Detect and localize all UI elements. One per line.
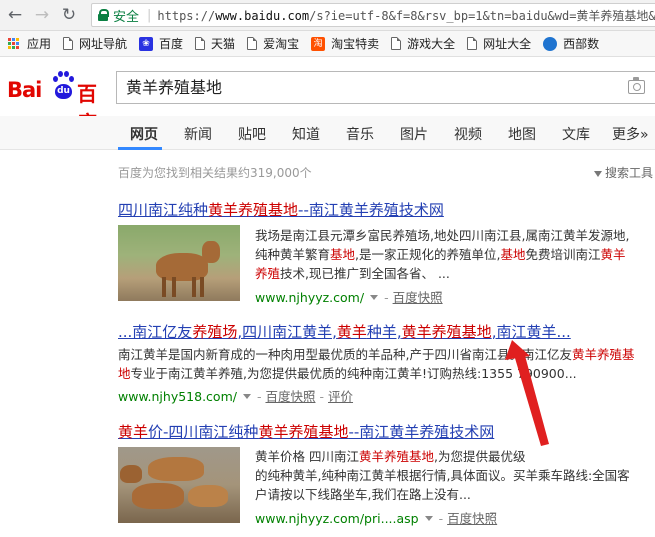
page-icon — [467, 37, 478, 50]
tab-music[interactable]: 音乐 — [346, 124, 374, 144]
result-1-abstract: 我场是南江县元潭乡富民养殖场,地处四川南江县,属南江黄羊发源地, 纯种黄羊繁育基… — [255, 228, 630, 281]
browser-toolbar: ← → ↻ 安全 | https://www.baidu.com/s?ie=ut… — [0, 0, 655, 31]
dropdown-caret-icon[interactable] — [242, 394, 251, 399]
result-count: 百度为您找到相关结果约319,000个 — [118, 166, 312, 180]
secure-label: 安全 — [113, 9, 140, 25]
result-3-title[interactable]: 黄羊价-四川南江纯种黄羊养殖基地--南江黄羊养殖技术网 — [118, 421, 494, 442]
apps-icon — [8, 37, 20, 50]
result-1-thumbnail[interactable] — [118, 225, 240, 301]
result-2-title[interactable]: ...南江亿友养殖场,四川南江黄羊,黄羊种羊,黄羊养殖基地,南江黄羊... — [118, 321, 571, 342]
result-3-thumbnail[interactable] — [118, 447, 240, 523]
search-header: Bai du 百度 黄羊养殖基地 — [0, 57, 655, 135]
page-icon — [247, 37, 258, 50]
tab-more[interactable]: 更多» — [612, 124, 649, 144]
bookmark-wangzhi-daohang[interactable]: 网址导航 — [63, 35, 127, 52]
back-arrow-icon[interactable]: ← — [3, 3, 27, 27]
page-icon — [391, 37, 402, 50]
result-1-url: www.njhyyz.com/- 百度快照 — [255, 290, 443, 305]
page-icon — [195, 37, 206, 50]
result-1-snapshot-link[interactable]: 百度快照 — [393, 290, 443, 305]
dropdown-caret-icon[interactable] — [370, 295, 379, 300]
tab-zhidao[interactable]: 知道 — [292, 124, 320, 144]
dropdown-caret-icon[interactable] — [424, 516, 433, 521]
result-2-rating-link[interactable]: 评价 — [328, 389, 353, 404]
result-2-abstract: 南江黄羊是国内新育成的一种肉用型最优质的羊品种,产于四川省南江县。南江亿友黄羊养… — [118, 347, 635, 381]
forward-arrow-icon[interactable]: → — [30, 3, 54, 27]
bookmark-apps[interactable]: 应用 — [8, 35, 51, 52]
tab-wenku[interactable]: 文库 — [562, 124, 590, 144]
result-2-url: www.njhy518.com/- 百度快照 - 评价 — [118, 389, 354, 404]
bookmark-ai-taobao[interactable]: 爱淘宝 — [247, 35, 299, 52]
camera-icon[interactable] — [628, 77, 645, 94]
result-2-snapshot-link[interactable]: 百度快照 — [265, 389, 315, 404]
search-input[interactable]: 黄羊养殖基地 — [116, 71, 655, 104]
bookmark-taobao-temai[interactable]: 淘 淘宝特卖 — [311, 35, 379, 52]
result-3-abstract: 黄羊价格 四川南江黄羊养殖基地,为您提供最优级 的纯种黄羊,纯种南江黄羊根据行情… — [255, 449, 630, 502]
filter-icon — [594, 170, 602, 177]
baidu-paw-icon: ❀ — [139, 36, 154, 51]
result-1-title[interactable]: 四川南江纯种黄羊养殖基地--南江黄羊养殖技术网 — [118, 199, 444, 220]
result-3-url: www.njhyyz.com/pri....asp - 百度快照 — [255, 511, 498, 526]
tab-web[interactable]: 网页 — [130, 124, 158, 144]
tab-video[interactable]: 视频 — [454, 124, 482, 144]
tab-tieba[interactable]: 贴吧 — [238, 124, 266, 144]
search-tools-button[interactable]: 搜索工具 — [594, 164, 653, 181]
xibu-icon — [543, 36, 558, 51]
page-icon — [63, 37, 74, 50]
search-tabs: 网页 新闻 贴吧 知道 音乐 图片 视频 地图 文库 更多» — [0, 116, 655, 150]
bookmark-xibu[interactable]: 西部数 — [543, 35, 599, 52]
active-tab-indicator — [118, 147, 162, 150]
tab-images[interactable]: 图片 — [400, 124, 428, 144]
result-3-snapshot-link[interactable]: 百度快照 — [447, 511, 497, 526]
address-bar[interactable]: 安全 | https://www.baidu.com/s?ie=utf-8&f=… — [91, 3, 655, 27]
bookmark-baidu[interactable]: ❀ 百度 — [139, 35, 183, 52]
tab-map[interactable]: 地图 — [508, 124, 536, 144]
lock-icon — [98, 9, 109, 21]
baidu-logo[interactable]: Bai du 百度 — [7, 71, 110, 135]
bookmarks-bar: 应用 网址导航 ❀ 百度 天猫 爱淘宝 淘 淘宝特卖 游戏大全 网址大全 西部数 — [0, 31, 655, 57]
taobao-icon: 淘 — [311, 36, 326, 51]
bookmark-wangzhi-daquan[interactable]: 网址大全 — [467, 35, 531, 52]
tab-news[interactable]: 新闻 — [184, 124, 212, 144]
bookmark-tmall[interactable]: 天猫 — [195, 35, 235, 52]
url-text: https://www.baidu.com/s?ie=utf-8&f=8&rsv… — [157, 8, 655, 23]
reload-icon[interactable]: ↻ — [57, 3, 81, 27]
baidu-paw-icon: du — [52, 71, 74, 101]
bookmark-youxi-daquan[interactable]: 游戏大全 — [391, 35, 455, 52]
